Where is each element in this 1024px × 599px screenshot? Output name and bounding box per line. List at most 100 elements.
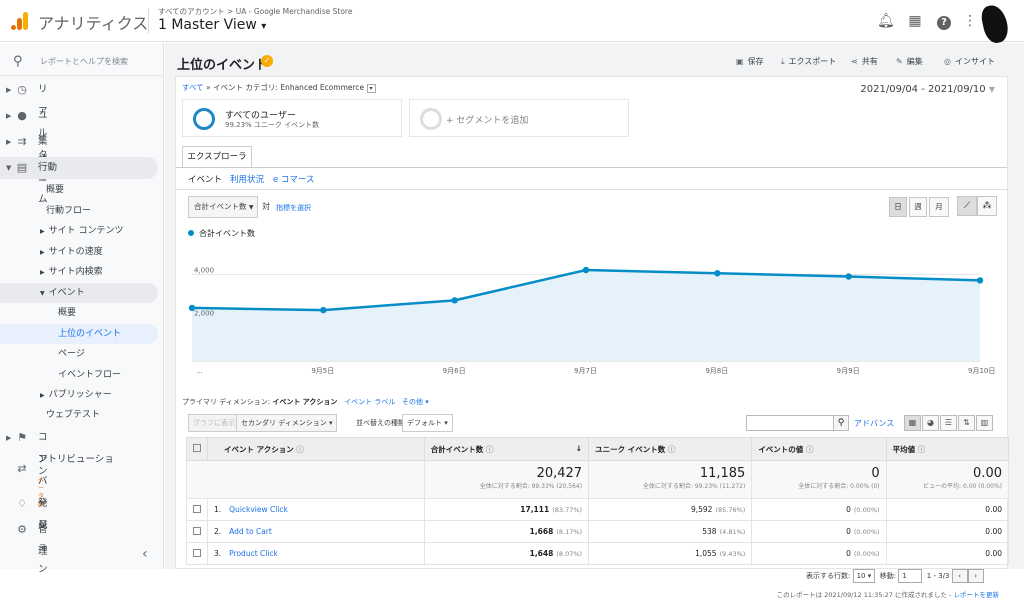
col-unique-events[interactable]: ユニーク イベント数 ⓘ xyxy=(588,437,753,461)
granularity-week-button[interactable]: 週 xyxy=(909,197,927,217)
granularity-day-button[interactable]: 日 xyxy=(889,197,907,217)
refresh-report-link[interactable]: レポートを更新 xyxy=(954,591,1000,599)
tab-explorer[interactable]: エクスプローラ xyxy=(182,146,252,168)
sidebar-events-overview[interactable]: 概要 xyxy=(58,303,76,323)
col-event-value[interactable]: イベントの値 ⓘ xyxy=(751,437,887,461)
sidebar-sub-behavior-flow[interactable]: 行動フロー xyxy=(46,201,91,221)
sidebar-events-flow[interactable]: イベントフロー xyxy=(58,365,121,385)
sidebar-item-label: 行動 xyxy=(38,162,58,173)
dimension-event-label[interactable]: イベント ラベル xyxy=(344,398,395,406)
table-search-input[interactable] xyxy=(746,415,846,431)
row-checkbox-cell[interactable] xyxy=(186,520,208,543)
bell-icon[interactable]: 🔔︎ xyxy=(877,13,895,29)
share-icon: ⋖ xyxy=(851,57,858,66)
subtab-ecommerce[interactable]: e コマース xyxy=(273,173,315,185)
dimension-event-action[interactable]: イベント アクション xyxy=(272,398,337,406)
pivot-view-icon[interactable]: ▥ xyxy=(976,415,993,431)
next-page-icon[interactable]: › xyxy=(967,569,984,583)
sidebar-sub-site-search[interactable]: ▶ サイト内検索 xyxy=(40,262,103,282)
event-action-link[interactable]: Product Click xyxy=(229,549,278,558)
edit-button[interactable]: ✎ 編集 xyxy=(896,56,923,67)
event-action-link[interactable]: Quickview Click xyxy=(229,505,288,514)
event-action-link[interactable]: Add to Cart xyxy=(229,527,272,536)
avatar[interactable] xyxy=(979,2,1011,46)
breadcrumb-all-link[interactable]: すべて xyxy=(182,83,204,92)
row-checkbox-cell[interactable] xyxy=(186,542,208,565)
export-button[interactable]: ⤓ エクスポート xyxy=(781,56,836,67)
sidebar-sub-site-content[interactable]: ▶ サイト コンテンツ xyxy=(40,221,124,241)
table-header-row: イベント アクション ⓘ 合計イベント数 ⓘ ↓ ユニーク イベント数 ⓘ イベン… xyxy=(186,437,1010,461)
cell-pct: (4.81%) xyxy=(719,528,746,536)
sidebar-sub-overview[interactable]: 概要 xyxy=(46,180,64,200)
primary-dimension-label: プライマリ ディメンション: xyxy=(182,398,271,406)
subtab-divider xyxy=(176,189,1007,190)
row-checkbox-cell[interactable] xyxy=(186,498,208,521)
event-value-total-cell: 0 全体に対する割合: 0.00% (0) xyxy=(751,460,887,499)
performance-view-icon[interactable]: ☰ xyxy=(940,415,957,431)
search-icon[interactable]: ⚲ xyxy=(833,415,849,431)
advanced-filter-link[interactable]: アドバンス xyxy=(854,418,894,429)
more-vert-icon[interactable]: ⋮ xyxy=(962,13,978,29)
secondary-dimension-dropdown[interactable]: セカンダリ ディメンション ▾ xyxy=(236,414,338,432)
sidebar-sub-publisher[interactable]: ▶ パブリッシャー xyxy=(40,385,112,405)
select-metric-link[interactable]: 指標を選択 xyxy=(276,203,311,213)
help-icon: ⓘ xyxy=(296,444,304,454)
comparison-view-icon[interactable]: ⇅ xyxy=(958,415,975,431)
help-icon[interactable]: ? xyxy=(936,13,952,30)
select-all-checkbox[interactable] xyxy=(193,444,201,452)
prev-page-icon[interactable]: ‹ xyxy=(951,569,968,583)
apps-grid-icon[interactable]: ▦ xyxy=(907,13,923,29)
search-input[interactable]: レポートとヘルプを検索 xyxy=(40,56,128,67)
sidebar-item-behavior[interactable]: ▼ ▤ 行動 xyxy=(0,157,158,179)
analytics-logo-icon[interactable] xyxy=(10,11,30,31)
date-range-picker[interactable]: 2021/09/04 - 2021/09/10 ▼ xyxy=(860,84,995,95)
sort-type-dropdown[interactable]: デフォルト ▾ xyxy=(402,414,453,432)
subtab-usage[interactable]: 利用状況 xyxy=(230,173,264,185)
motion-chart-icon[interactable]: ⁂ xyxy=(977,196,997,216)
cell-pct: (8.17%) xyxy=(556,528,583,536)
sidebar-search[interactable]: ⚲ レポートとヘルプを検索 xyxy=(0,48,164,76)
row-checkbox[interactable] xyxy=(193,526,201,535)
view-selector[interactable]: 1 Master View ▾ xyxy=(158,17,266,33)
col-avg-value[interactable]: 平均値 ⓘ xyxy=(885,437,1010,461)
goto-page-input[interactable]: 1 xyxy=(898,569,923,583)
total-value: 0 xyxy=(871,466,880,481)
sidebar-events-pages[interactable]: ページ xyxy=(58,344,85,364)
unique-events-cell: 9,592 (85.76%) xyxy=(588,498,753,521)
pie-view-icon[interactable]: ◕ xyxy=(922,415,939,431)
segment-all-users[interactable]: すべてのユーザー 99.23% ユニーク イベント数 xyxy=(182,99,402,137)
save-button[interactable]: ▣ 保存 xyxy=(736,56,764,67)
add-segment-button[interactable]: + セグメントを追加 xyxy=(409,99,629,137)
line-chart-icon[interactable]: ⟋ xyxy=(957,196,977,216)
date-range-text: 2021/09/04 - 2021/09/10 xyxy=(860,84,986,95)
person-icon: ● xyxy=(17,109,27,122)
sidebar-sub-events[interactable]: ▼ イベント xyxy=(0,283,158,303)
segment-subtitle: 99.23% ユニーク イベント数 xyxy=(225,121,320,129)
subtab-events[interactable]: イベント xyxy=(188,173,222,185)
cell-value: 17,111 xyxy=(520,505,550,514)
sidebar-events-top-events[interactable]: 上位のイベント xyxy=(0,324,158,344)
granularity-month-button[interactable]: 月 xyxy=(929,197,949,217)
col-label: ユニーク イベント数 xyxy=(595,444,666,454)
account-breadcrumb[interactable]: すべてのアカウント > UA - Google Merchandise Stor… xyxy=(158,6,352,17)
caret-right-icon: ▶ xyxy=(6,434,12,442)
chevron-down-icon[interactable]: ▾ xyxy=(366,83,376,93)
table-view-icon[interactable]: ▦ xyxy=(904,415,921,431)
row-checkbox[interactable] xyxy=(193,504,201,513)
metric-dropdown[interactable]: 合計イベント数 ▼ xyxy=(188,196,258,218)
col-total-events[interactable]: 合計イベント数 ⓘ ↓ xyxy=(423,437,590,461)
collapse-sidebar-icon[interactable]: ‹ xyxy=(142,546,148,562)
insights-button[interactable]: ◎ インサイト xyxy=(944,56,995,67)
col-event-action[interactable]: イベント アクション ⓘ xyxy=(207,437,425,461)
share-button[interactable]: ⋖ 共有 xyxy=(851,56,878,67)
view-name: 1 Master View xyxy=(158,17,257,33)
sidebar-sub-experiments[interactable]: ウェブテスト xyxy=(46,405,100,425)
sidebar-sub-site-speed[interactable]: ▶ サイトの速度 xyxy=(40,242,103,262)
rows-per-page-select[interactable]: 10 ▾ xyxy=(852,569,876,583)
total-value: 0.00 xyxy=(973,466,1002,481)
plot-rows-button[interactable]: グラフに表示 xyxy=(188,414,240,432)
segment-ring-icon xyxy=(420,108,442,130)
select-all-cell[interactable] xyxy=(186,437,208,461)
dimension-other[interactable]: その他 ▾ xyxy=(402,398,429,406)
row-checkbox[interactable] xyxy=(193,548,201,557)
